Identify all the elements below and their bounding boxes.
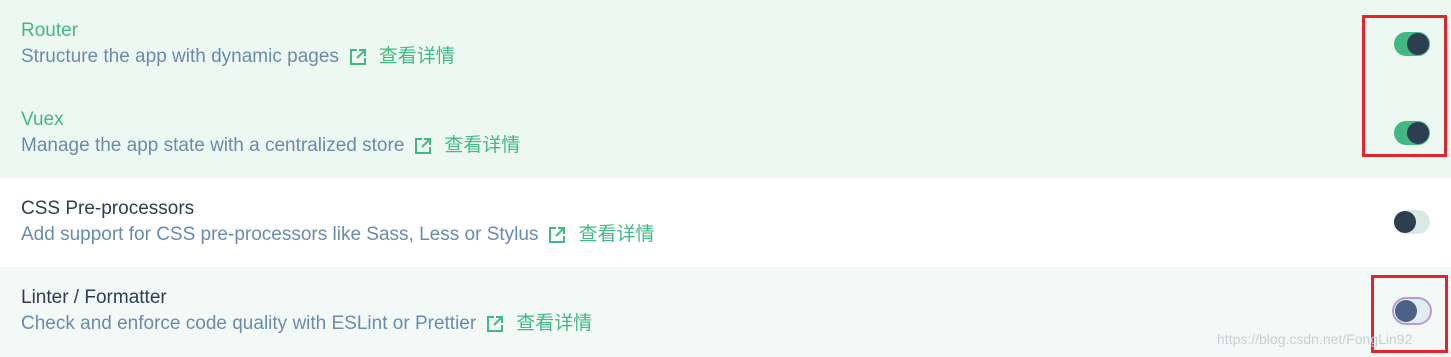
- more-info-link[interactable]: 查看详情: [578, 224, 654, 246]
- feature-toggle-vuex[interactable]: [1394, 121, 1430, 145]
- more-info-link[interactable]: 查看详情: [444, 135, 520, 157]
- feature-name: Router: [21, 20, 79, 41]
- feature-description: Add support for CSS pre-processors like …: [21, 224, 539, 245]
- watermark: https://blog.csdn.net/FongLin92: [1217, 331, 1413, 347]
- feature-row-router[interactable]: Router Structure the app with dynamic pa…: [0, 0, 1451, 89]
- external-link-icon[interactable]: [486, 315, 504, 333]
- more-info-link[interactable]: 查看详情: [379, 46, 455, 68]
- feature-description-line: Add support for CSS pre-processors like …: [21, 224, 654, 246]
- feature-toggle-css-preprocessors[interactable]: [1394, 210, 1430, 234]
- feature-name: CSS Pre-processors: [21, 198, 195, 219]
- feature-description: Structure the app with dynamic pages: [21, 46, 339, 67]
- toggle-knob: [1407, 122, 1429, 144]
- toggle-knob: [1394, 211, 1416, 233]
- toggle-knob: [1407, 33, 1429, 55]
- feature-name: Linter / Formatter: [21, 287, 167, 308]
- feature-row-vuex[interactable]: Vuex Manage the app state with a central…: [0, 89, 1451, 178]
- external-link-icon[interactable]: [349, 48, 367, 66]
- more-info-link[interactable]: 查看详情: [516, 313, 592, 335]
- feature-toggle-router[interactable]: [1394, 32, 1430, 56]
- feature-toggle-linter-formatter[interactable]: [1394, 299, 1430, 323]
- feature-description: Manage the app state with a centralized …: [21, 135, 405, 156]
- toggle-knob: [1395, 300, 1417, 322]
- feature-description-line: Structure the app with dynamic pages 查看详…: [21, 46, 455, 68]
- external-link-icon[interactable]: [414, 137, 432, 155]
- external-link-icon[interactable]: [548, 226, 566, 244]
- feature-description: Check and enforce code quality with ESLi…: [21, 313, 477, 334]
- vue-cli-features-panel: Router Structure the app with dynamic pa…: [0, 0, 1451, 357]
- feature-name: Vuex: [21, 109, 64, 130]
- feature-description-line: Manage the app state with a centralized …: [21, 135, 520, 157]
- feature-description-line: Check and enforce code quality with ESLi…: [21, 313, 592, 335]
- feature-row-css-preprocessors[interactable]: CSS Pre-processors Add support for CSS p…: [0, 178, 1451, 267]
